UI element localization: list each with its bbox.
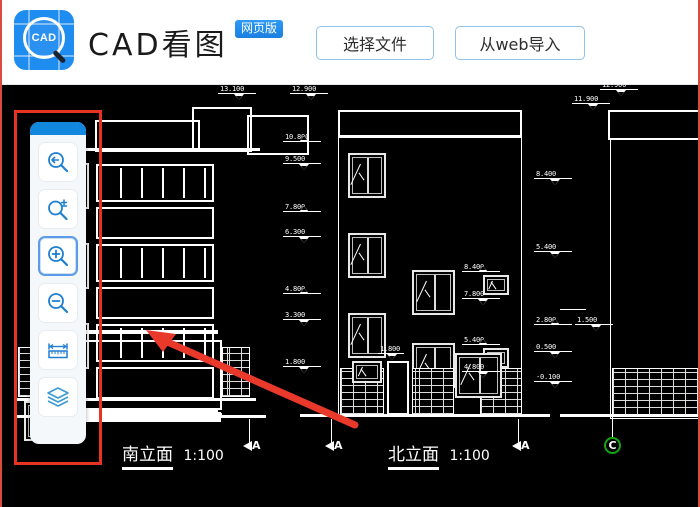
brick-plinth	[612, 368, 700, 416]
app-root: CAD CAD看图 网页版 选择文件 从web导入 13.100 12.900 …	[0, 0, 700, 507]
section-title-north: 北立面 1:100	[388, 440, 490, 470]
facade-line	[82, 418, 221, 422]
window	[483, 275, 509, 295]
page-title: CAD看图	[88, 28, 228, 63]
brick-plinth	[222, 347, 250, 397]
railing-bar	[141, 248, 143, 278]
window	[348, 153, 386, 198]
window	[412, 270, 455, 315]
ground-line	[300, 414, 550, 417]
zoom-out-button[interactable]	[38, 283, 78, 323]
layers-icon	[47, 387, 69, 407]
grid-bubble-c: C	[604, 437, 621, 454]
grid-leader-line	[612, 417, 613, 437]
zoom-in-icon	[48, 246, 69, 267]
window	[348, 233, 386, 278]
railing-bar	[183, 168, 185, 198]
import-from-web-button[interactable]: 从web导入	[455, 26, 585, 60]
tool-palette-header	[30, 122, 86, 135]
brick-plinth	[412, 368, 454, 415]
railing-bar	[183, 248, 185, 278]
select-file-button[interactable]: 选择文件	[316, 26, 434, 60]
railing-bar	[120, 248, 122, 278]
window	[352, 361, 382, 383]
railing-bar	[141, 168, 143, 198]
door-opening	[387, 361, 409, 415]
cad-tool-palette[interactable]	[30, 122, 86, 444]
window-swing-indicator	[360, 164, 374, 187]
cad-drawing-canvas[interactable]: 13.100 12.900 11.900 12.900 10.800 9.500…	[0, 85, 700, 507]
web-version-badge: 网页版	[235, 20, 284, 38]
window-swing-indicator	[360, 244, 374, 267]
zoom-fit-button[interactable]	[38, 142, 78, 182]
railing-bar	[204, 168, 206, 198]
measure-button[interactable]	[38, 330, 78, 370]
window-swing-indicator	[360, 324, 374, 347]
facade-line	[338, 135, 522, 137]
railing-bar	[162, 248, 164, 278]
app-header: CAD CAD看图 网页版 选择文件 从web导入	[0, 0, 700, 85]
building-roof-block	[608, 110, 700, 140]
building-roof-block	[192, 107, 252, 152]
section-title-south: 南立面 1:100	[122, 440, 224, 470]
window-swing-indicator	[492, 281, 501, 290]
window-swing-indicator	[362, 367, 372, 377]
capture-frame-edge	[0, 0, 2, 507]
window-swing-indicator	[426, 281, 442, 304]
zoom-fit-icon	[48, 152, 69, 173]
zoom-scale-icon	[48, 199, 68, 221]
logo-text: CAD	[31, 32, 57, 44]
facade-line	[78, 330, 218, 334]
cad-magnifier-logo: CAD	[14, 10, 74, 70]
balcony-railing	[96, 244, 214, 282]
railing-bar	[120, 168, 122, 198]
layers-button[interactable]	[38, 377, 78, 417]
railing-bar	[162, 168, 164, 198]
zoom-out-icon	[48, 293, 69, 314]
balcony-slab	[96, 287, 214, 319]
building-roof-block	[338, 110, 522, 138]
ground-line	[560, 414, 700, 417]
zoom-scale-button[interactable]	[38, 189, 78, 229]
railing-bar	[204, 248, 206, 278]
balcony-railing	[96, 164, 214, 202]
measure-icon	[48, 343, 68, 359]
zoom-in-button[interactable]	[38, 236, 78, 276]
leader-line	[560, 309, 586, 310]
balcony-slab	[96, 207, 214, 239]
